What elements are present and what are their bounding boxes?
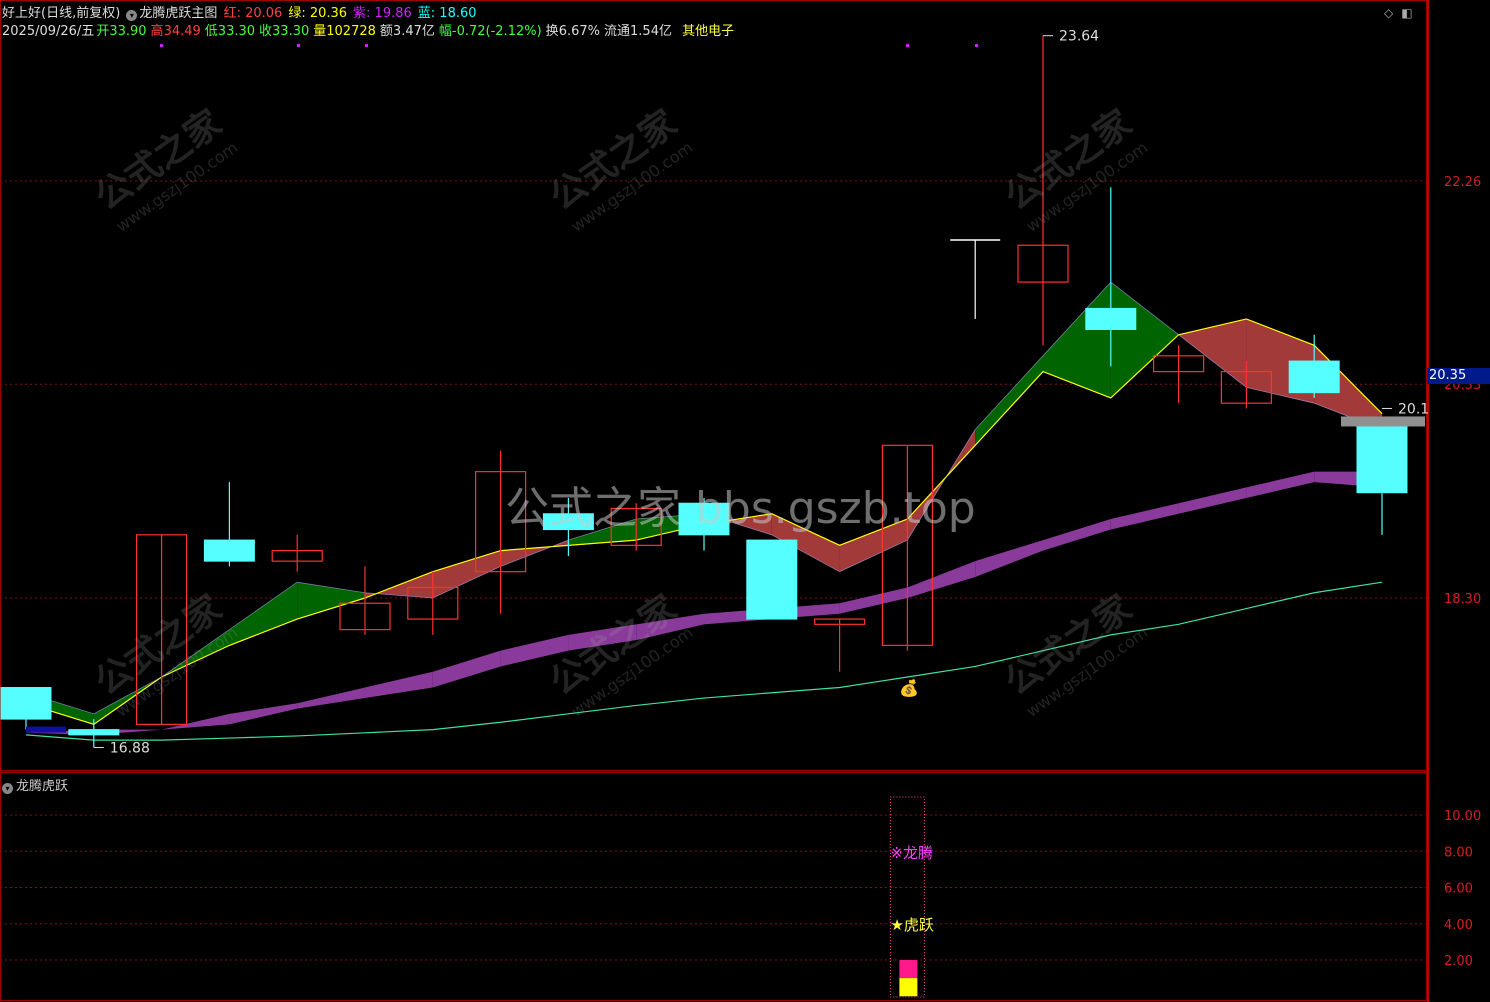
purple-band-segment (975, 540, 1043, 577)
quote-4: 量102728 (313, 24, 376, 39)
signal-bar (899, 978, 918, 997)
sub-yaxis-tick-label: 10.00 (1444, 809, 1481, 824)
quote-date: 2025/09/26/五 (2, 24, 95, 39)
indicator-value-2: 紫: 19.86 (353, 6, 412, 21)
sub-yaxis-tick-label: 8.00 (1444, 845, 1473, 860)
purple-band-segment (1178, 487, 1247, 514)
purple-band-segment (161, 713, 230, 730)
yaxis-tick-label: 18.30 (1444, 592, 1481, 607)
quote-3: 收33.30 (259, 24, 310, 39)
signal-label-longteng: ※龙腾 (890, 844, 933, 862)
current-price-tag: 20.35 (1427, 368, 1490, 384)
subchart-menu-icon[interactable]: ▾ (2, 783, 13, 794)
candle-body (1288, 360, 1340, 394)
ribbon-segment (975, 355, 1043, 446)
quote-header: 2025/09/26/五 开33.90 高34.49 低33.30 收33.30 量102… (2, 24, 736, 40)
annotation-label: 16.88 (110, 741, 150, 757)
price-marker (1341, 416, 1425, 427)
sub-frame (0, 772, 1427, 1001)
annotation-label: 20.1 (1398, 401, 1429, 417)
quote-2: 低33.30 (204, 24, 256, 39)
signal-dot (975, 44, 978, 47)
quote-1: 高34.49 (150, 24, 201, 39)
purple-band-segment (229, 703, 298, 725)
indicator-value-3: 蓝: 18.60 (417, 6, 477, 21)
ribbon-segment (1178, 318, 1247, 388)
ribbon-segment (1110, 282, 1179, 398)
sector-label: 其他电子 (682, 24, 735, 39)
quote-8: 流通1.54亿 (604, 24, 672, 39)
purple-band-segment (365, 671, 433, 699)
signal-dot (297, 44, 300, 47)
quote-5: 额3.47亿 (379, 24, 435, 39)
indicator-name[interactable]: 龙腾虎跃主图 (139, 6, 217, 21)
yaxis-tick-label: 22.26 (1444, 175, 1481, 190)
stock-name: 好上好(日线,前复权) (2, 6, 121, 21)
quote-6: 幅-0.72(-2.12%) (438, 24, 542, 39)
ribbon-segment (432, 550, 501, 598)
annotation-label: 23.64 (1059, 29, 1099, 45)
quote-values: 开33.90 高34.49 低33.30 收33.30 量102728 额3.47亿 幅-0… (96, 24, 676, 39)
main-header: 好上好(日线,前复权) ▾ 龙腾虎跃主图 红: 20.06 绿: 20.36 紫: 1… (2, 6, 485, 22)
subchart-header: ▾ 龙腾虎跃 (2, 775, 68, 794)
purple-band-segment (1110, 503, 1179, 530)
purple-band-segment (432, 650, 501, 688)
candle-body (1356, 418, 1408, 494)
quote-0: 开33.90 (96, 24, 147, 39)
purple-band-segment (907, 561, 976, 598)
indicator-values: 红: 20.06 绿: 20.36 紫: 19.86 蓝: 18.60 (224, 6, 483, 21)
sub-yaxis-tick-label: 4.00 (1444, 918, 1473, 933)
sub-yaxis-tick-label: 6.00 (1444, 882, 1473, 897)
purple-band-segment (839, 587, 908, 614)
start-marker (26, 726, 66, 733)
signal-bar (899, 960, 918, 979)
quote-7: 换6.67% (545, 24, 600, 39)
purple-band-segment (1043, 519, 1111, 551)
candle-body (68, 729, 120, 736)
signal-dot (160, 44, 163, 47)
subchart-title[interactable]: 龙腾虎跃 (16, 779, 68, 794)
window-icon[interactable]: ◧ (1401, 6, 1412, 20)
money-bag-icon: 💰 (899, 679, 919, 698)
diamond-icon[interactable]: ◇ (1384, 6, 1393, 20)
indicator-value-0: 红: 20.06 (223, 6, 283, 21)
candle-body (0, 687, 52, 720)
candle-body (203, 539, 255, 562)
purple-band-segment (1246, 471, 1315, 498)
candle-body (1085, 307, 1137, 330)
sub-yaxis-tick-label: 2.00 (1444, 954, 1473, 969)
signal-dot (906, 44, 909, 47)
purple-band-segment (297, 687, 365, 709)
ribbon-segment (1043, 282, 1111, 398)
signal-dot (365, 44, 368, 47)
center-watermark: 公式之家 bbs.gszb.top (505, 483, 976, 534)
window-controls: ◇ ◧ (1384, 6, 1421, 20)
indicator-menu-icon[interactable]: ▾ (126, 10, 138, 21)
indicator-value-1: 绿: 20.36 (288, 6, 348, 21)
candle-body (746, 539, 798, 620)
signal-label-huyue: ★虎跃 (890, 916, 933, 934)
